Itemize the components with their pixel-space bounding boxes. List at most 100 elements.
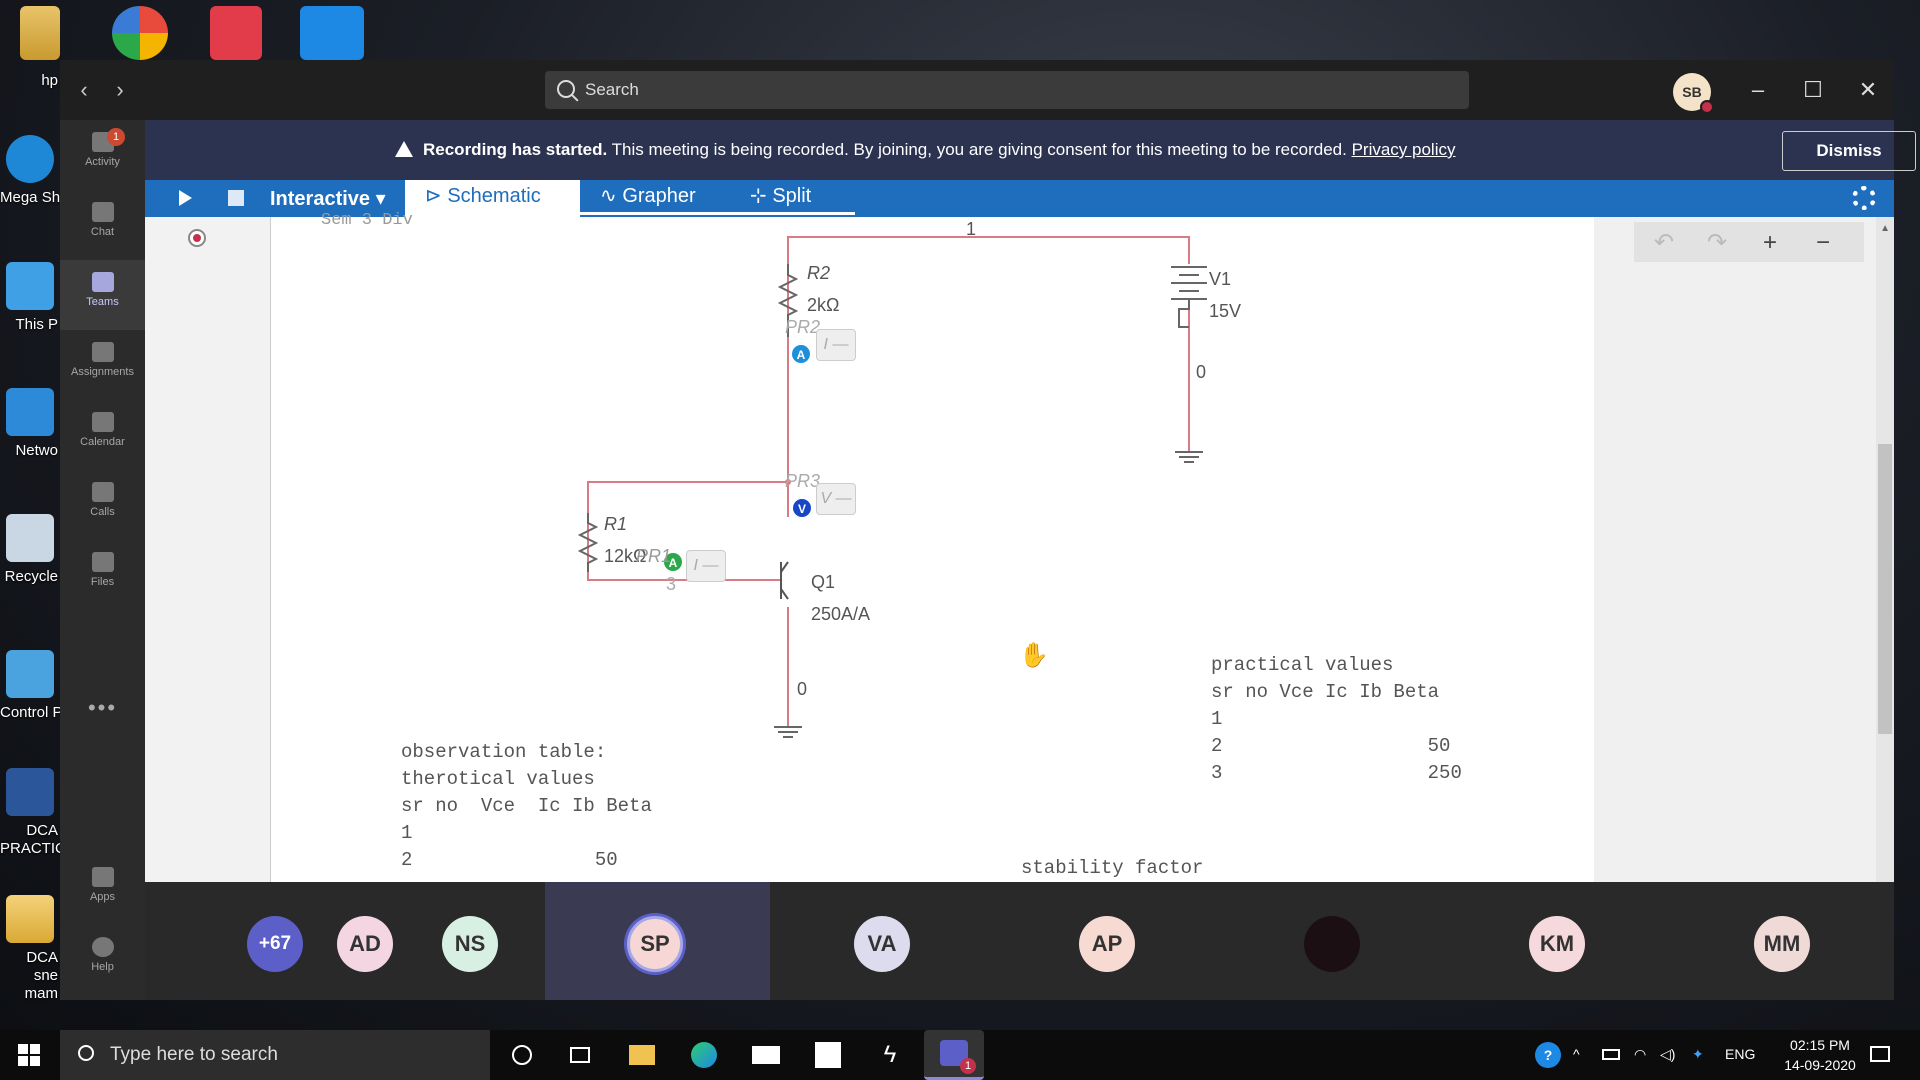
- desktop-left-icons: hp Mega Sh This P Netwo Recycle Control …: [0, 0, 60, 1030]
- rail-activity[interactable]: Activity 1: [60, 120, 145, 190]
- rail-help[interactable]: Help: [60, 925, 145, 985]
- participant-tile-km[interactable]: KM: [1445, 882, 1670, 1000]
- phone-icon: [91, 482, 114, 502]
- participant-tile-va[interactable]: VA: [770, 882, 995, 1000]
- dismiss-button[interactable]: Dismiss: [1782, 131, 1916, 171]
- search-input[interactable]: [585, 71, 1455, 109]
- maximize-icon[interactable]: ☐: [1798, 75, 1828, 105]
- taskbar-search[interactable]: Type here to search: [60, 1030, 490, 1080]
- control-panel-icon: [6, 650, 54, 698]
- watch-anytime-icon[interactable]: [210, 6, 262, 60]
- participant-avatar: +67: [247, 916, 303, 972]
- practical-notes: practical values sr no Vce Ic Ib Beta 1 …: [1211, 654, 1462, 784]
- edge-browser-icon[interactable]: [688, 1039, 720, 1071]
- participant-tile-sp[interactable]: SP: [545, 882, 770, 1000]
- rail-chat[interactable]: Chat: [60, 190, 145, 260]
- recording-message: Recording has started. This meeting is b…: [395, 140, 1455, 160]
- stop-icon[interactable]: [228, 190, 244, 206]
- r2-value: 2kΩ: [807, 295, 840, 315]
- desktop-icon-control-panel[interactable]: Control P: [0, 650, 60, 721]
- help-icon: [91, 937, 114, 957]
- calendar-icon: [91, 412, 114, 432]
- chevron-up-icon[interactable]: ^: [1573, 1046, 1580, 1062]
- participant-tile-mm[interactable]: MM: [1670, 882, 1894, 1000]
- amazon-icon[interactable]: [812, 1039, 844, 1071]
- user-avatar[interactable]: SB: [1673, 73, 1714, 114]
- zoom-out-icon[interactable]: −: [1808, 230, 1838, 256]
- participant-photo: [1304, 916, 1360, 972]
- search-bar[interactable]: [545, 71, 1469, 109]
- search-icon: [78, 1045, 94, 1061]
- desktop-icon-network[interactable]: Netwo: [0, 388, 60, 459]
- task-view-icon[interactable]: [564, 1039, 596, 1071]
- close-icon[interactable]: ✕: [1853, 75, 1883, 105]
- rail-calendar[interactable]: Calendar: [60, 400, 145, 470]
- back-arrow-icon[interactable]: ‹: [70, 76, 98, 104]
- redo-icon[interactable]: ↷: [1702, 230, 1732, 256]
- rail-files[interactable]: Files: [60, 540, 145, 610]
- dropbox-icon[interactable]: ✦: [1692, 1046, 1704, 1063]
- scroll-up-icon[interactable]: ▲: [1880, 223, 1890, 234]
- rail-calls[interactable]: Calls: [60, 470, 145, 540]
- cortana-icon[interactable]: [506, 1039, 538, 1071]
- rail-teams[interactable]: Teams: [60, 260, 145, 330]
- schematic-canvas[interactable]: Sem 3 Div A V A 1 R2 2kΩ PR2 I — V1 15V …: [270, 211, 1594, 882]
- help-circle-icon[interactable]: ?: [1535, 1042, 1561, 1068]
- desktop-icon-dca-practical[interactable]: DCA PRACTIC: [0, 768, 60, 858]
- desktop-icon-mega-sync[interactable]: Mega Sh: [0, 135, 60, 206]
- zoom-in-icon[interactable]: +: [1755, 230, 1785, 256]
- participant-avatar: NS: [442, 916, 498, 972]
- lightning-app-icon[interactable]: ϟ: [874, 1039, 906, 1071]
- participant-tile-photo[interactable]: [1220, 882, 1445, 1000]
- desktop-icon-recycle-bin[interactable]: Recycle: [0, 514, 60, 585]
- participant-tile-overflow[interactable]: +67: [145, 882, 325, 1000]
- participant-avatar: KM: [1529, 916, 1585, 972]
- file-explorer-icon[interactable]: [626, 1039, 658, 1071]
- more-apps-icon[interactable]: •••: [60, 695, 145, 721]
- rail-apps[interactable]: Apps: [60, 855, 145, 925]
- pr3-probe-letter: V: [798, 502, 806, 516]
- mail-icon[interactable]: [750, 1039, 782, 1071]
- picasa-icon[interactable]: [112, 6, 168, 60]
- chat-icon: [91, 202, 114, 222]
- teams-taskbar-icon[interactable]: 1: [924, 1030, 984, 1080]
- windows-start-icon[interactable]: [18, 1044, 40, 1066]
- participant-tile-ap[interactable]: AP: [995, 882, 1220, 1000]
- desktop-icon-this-pc[interactable]: This P: [0, 262, 60, 333]
- r2-name: R2: [807, 263, 831, 283]
- gear-icon[interactable]: [1852, 186, 1876, 210]
- word-document-icon: [6, 768, 54, 816]
- shared-screen: Interactive ▾ ⊳ Schematic ∿ Grapher ⊹ Sp…: [145, 180, 1894, 882]
- teams-window: ‹ › SB – ☐ ✕ Activity 1 Chat Teams: [60, 60, 1916, 1000]
- q1-transistor: [780, 561, 789, 600]
- wifi-icon[interactable]: ◠: [1634, 1046, 1646, 1063]
- forward-arrow-icon[interactable]: ›: [106, 76, 134, 104]
- participant-tile-ns[interactable]: NS: [430, 882, 535, 1000]
- recycle-bin-icon: [6, 514, 54, 562]
- folder-icon: [6, 895, 54, 943]
- privacy-policy-link[interactable]: Privacy policy: [1352, 140, 1456, 159]
- infinity-app-icon[interactable]: [300, 6, 364, 60]
- undo-icon[interactable]: ↶: [1649, 230, 1679, 256]
- mode-dropdown[interactable]: Interactive ▾: [270, 186, 386, 211]
- desktop-icon-dca-sne-mam[interactable]: DCA sne mam: [0, 895, 60, 1003]
- volume-icon[interactable]: ◁): [1660, 1046, 1675, 1063]
- vertical-scrollbar[interactable]: ▲: [1876, 217, 1894, 882]
- title-bar: ‹ › SB – ☐ ✕: [60, 60, 1894, 120]
- battery-icon[interactable]: [1602, 1049, 1620, 1060]
- q1-value: 250A/A: [811, 604, 871, 624]
- minimize-icon[interactable]: –: [1743, 75, 1773, 105]
- clock[interactable]: 02:15 PM 14-09-2020: [1760, 1035, 1880, 1075]
- record-indicator-icon: [188, 229, 206, 247]
- desktop-icon-hp[interactable]: hp: [0, 72, 60, 89]
- participant-tile-ad[interactable]: AD: [325, 882, 430, 1000]
- apps-icon: [91, 867, 114, 887]
- language-indicator[interactable]: ENG: [1725, 1046, 1755, 1062]
- notifications-icon[interactable]: [1870, 1046, 1890, 1062]
- scrollbar-thumb[interactable]: [1878, 444, 1892, 734]
- stability-factor-note: stability factor: [1021, 857, 1204, 879]
- rail-assignments[interactable]: Assignments: [60, 330, 145, 400]
- r1-name: R1: [604, 514, 628, 534]
- node-3-label: 3: [666, 574, 677, 594]
- play-icon[interactable]: [179, 190, 192, 206]
